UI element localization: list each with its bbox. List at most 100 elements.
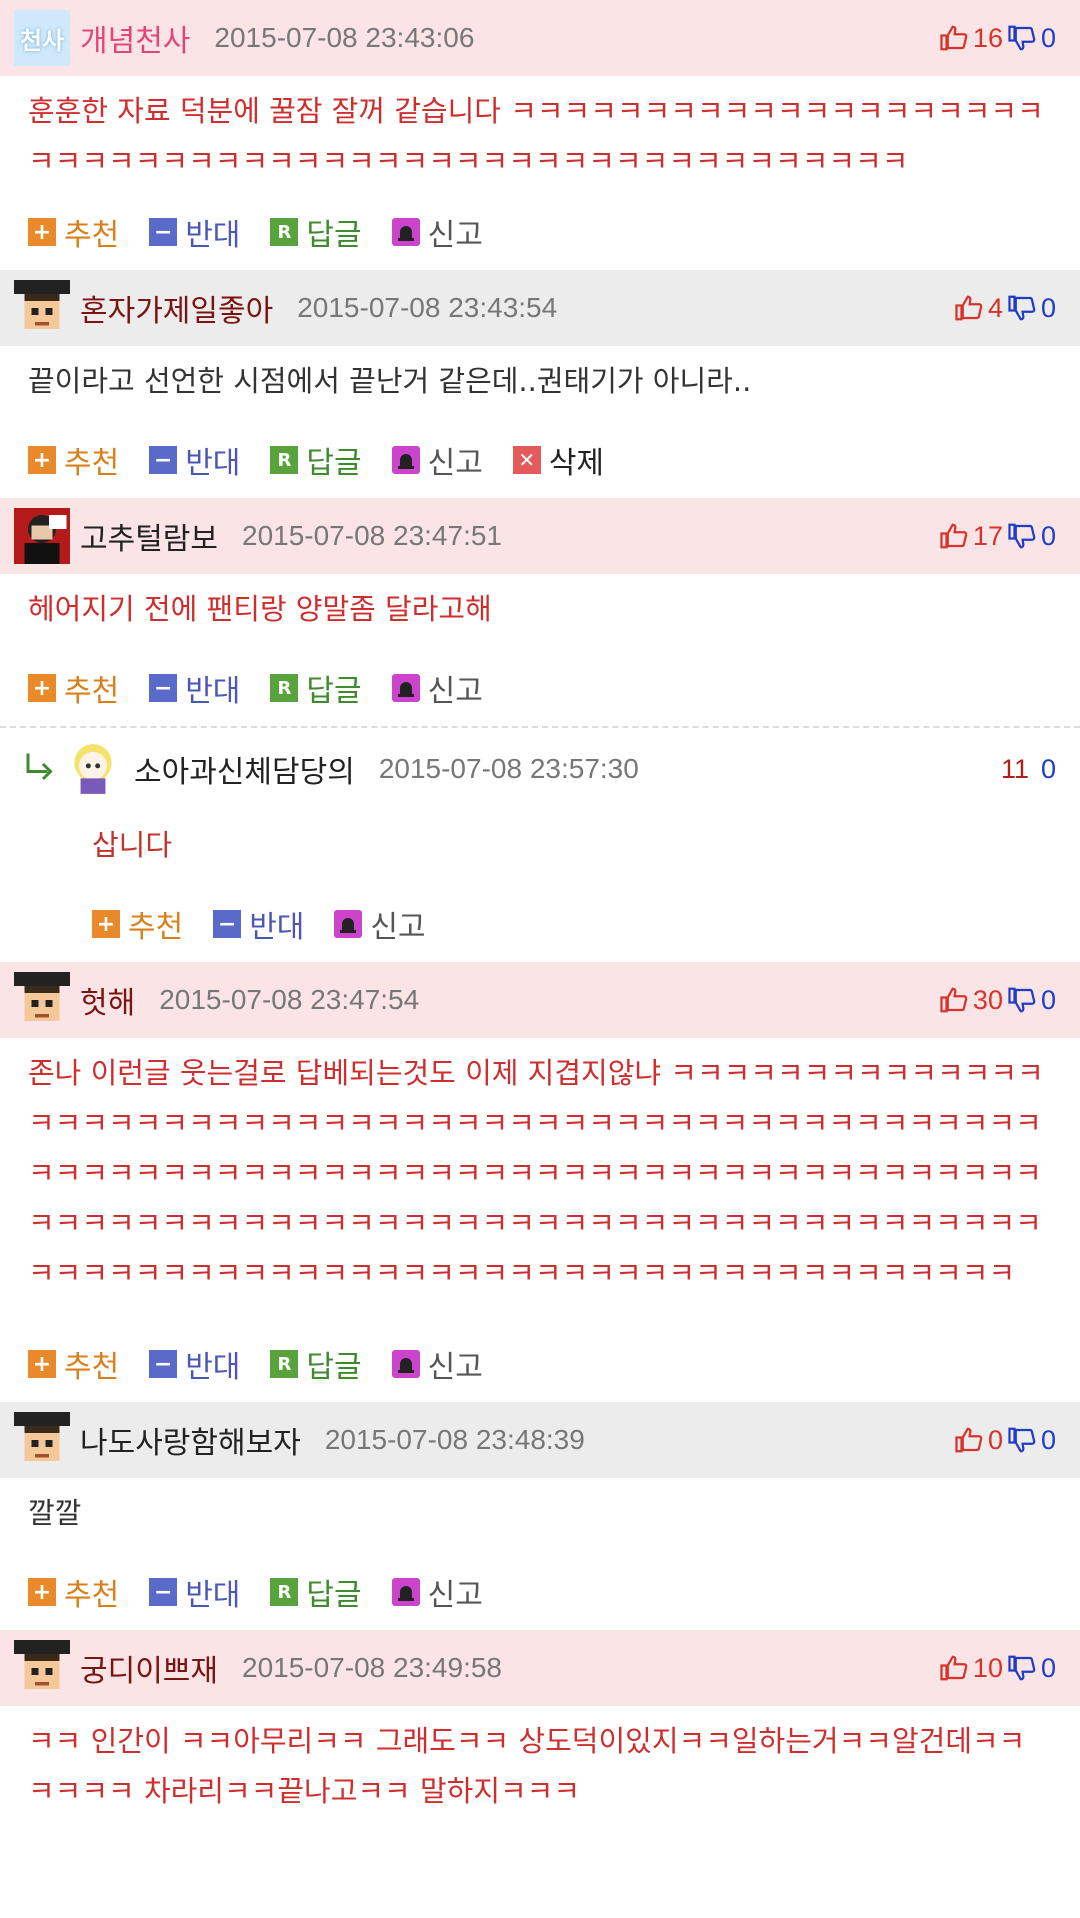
recommend-label: 추천 (64, 218, 120, 253)
reply-label: 답글 (306, 446, 362, 481)
downvote[interactable]: 0 (1041, 754, 1056, 785)
oppose-button[interactable]: − 반대 (149, 438, 240, 482)
upvote[interactable]: 11 (1001, 754, 1029, 785)
comment-actions: + 추천 − 반대 R 답글 신고 (0, 650, 1080, 726)
recommend-button[interactable]: + 추천 (28, 1570, 119, 1614)
avatar[interactable] (14, 1640, 70, 1696)
vote-counts: 30 0 (939, 962, 1056, 1038)
siren-icon (391, 446, 420, 474)
report-button[interactable]: 신고 (391, 210, 483, 254)
thumbs-down-icon (1008, 25, 1036, 51)
report-button[interactable]: 신고 (391, 438, 483, 482)
minus-icon: − (149, 446, 178, 474)
upvote[interactable]: 10 (939, 1653, 1003, 1684)
downvote[interactable]: 0 (1007, 293, 1056, 324)
thumbs-up-icon (940, 523, 968, 549)
downvote-count: 0 (1040, 1652, 1056, 1683)
oppose-label: 반대 (185, 674, 241, 709)
comment-actions: + 추천 − 반대 R 답글 신고 (0, 1326, 1080, 1402)
reply-icon: R (270, 1350, 299, 1378)
nickname[interactable]: 헛해 (80, 978, 135, 1022)
avatar[interactable]: 천사 (14, 10, 70, 66)
upvote[interactable]: 16 (939, 23, 1003, 54)
comment-header: 헛해 2015-07-08 23:47:54 30 0 (0, 962, 1080, 1038)
plus-icon: + (28, 674, 56, 702)
downvote-count: 0 (1040, 520, 1056, 551)
reply-button[interactable]: R 답글 (270, 666, 362, 710)
downvote-count: 0 (1040, 753, 1056, 784)
comment-actions: + 추천 − 반대 R 답글 신고 ✕ 삭제 (0, 422, 1080, 498)
report-label: 신고 (427, 1578, 483, 1613)
downvote[interactable]: 0 (1007, 985, 1056, 1016)
downvote[interactable]: 0 (1007, 1653, 1056, 1684)
nickname[interactable]: 소아과신체담당의 (134, 747, 355, 791)
siren-icon (391, 1578, 420, 1606)
recommend-button[interactable]: + 추천 (28, 666, 119, 710)
nickname[interactable]: 고추털람보 (80, 514, 218, 558)
avatar[interactable] (14, 1412, 70, 1468)
upvote[interactable]: 0 (954, 1425, 1003, 1456)
thumbs-down-icon (1008, 1427, 1036, 1453)
comment-text: 존나 이런글 웃는걸로 답베되는것도 이제 지겹지않냐 ㅋㅋㅋㅋㅋㅋㅋㅋㅋㅋㅋㅋ… (28, 1056, 1044, 1290)
downvote[interactable]: 0 (1007, 521, 1056, 552)
reply-button[interactable]: R 답글 (270, 1342, 362, 1386)
upvote-count: 17 (972, 520, 1003, 551)
vote-counts: 17 0 (939, 498, 1056, 574)
delete-button[interactable]: ✕ 삭제 (512, 438, 605, 482)
comment-header: 나도사랑함해보자 2015-07-08 23:48:39 0 0 (0, 1402, 1080, 1478)
reply-button[interactable]: R 답글 (270, 210, 362, 254)
report-button[interactable]: 신고 (334, 902, 426, 946)
timestamp: 2015-07-08 23:47:54 (159, 984, 420, 1015)
nickname[interactable]: 궁디이쁘재 (80, 1646, 218, 1690)
oppose-button[interactable]: − 반대 (149, 1342, 240, 1386)
comment-text: 훈훈한 자료 덕분에 꿀잠 잘꺼 같습니다 ㅋㅋㅋㅋㅋㅋㅋㅋㅋㅋㅋㅋㅋㅋㅋㅋㅋㅋ… (28, 94, 1044, 178)
avatar[interactable] (14, 508, 70, 564)
nickname[interactable]: 나도사랑함해보자 (80, 1418, 301, 1462)
upvote[interactable]: 4 (954, 293, 1003, 324)
plus-icon: + (28, 218, 56, 246)
thumbs-down-icon (1008, 987, 1036, 1013)
minus-icon: − (213, 910, 242, 938)
recommend-label: 추천 (64, 1350, 120, 1385)
report-button[interactable]: 신고 (391, 666, 483, 710)
nickname[interactable]: 개념천사 (80, 16, 190, 60)
downvote-count: 0 (1040, 22, 1056, 53)
plus-icon: + (28, 446, 56, 474)
avatar[interactable] (14, 972, 70, 1028)
thumbs-up-icon (940, 987, 968, 1013)
upvote[interactable]: 30 (939, 985, 1003, 1016)
oppose-button[interactable]: − 반대 (149, 210, 240, 254)
oppose-label: 반대 (185, 218, 241, 253)
delete-label: 삭제 (548, 446, 605, 481)
recommend-button[interactable]: + 추천 (28, 438, 119, 482)
siren-icon (334, 910, 363, 938)
downvote[interactable]: 0 (1007, 1425, 1056, 1456)
upvote-count: 16 (972, 22, 1003, 53)
vote-counts: 4 0 (954, 270, 1056, 346)
comment-text: 깔깔 (28, 1496, 82, 1530)
avatar[interactable] (68, 741, 118, 797)
recommend-button[interactable]: + 추천 (92, 902, 183, 946)
nickname[interactable]: 혼자가제일좋아 (80, 286, 273, 330)
oppose-button[interactable]: − 반대 (149, 1570, 240, 1614)
pixel-face-icon (14, 972, 70, 1021)
downvote[interactable]: 0 (1007, 23, 1056, 54)
report-button[interactable]: 신고 (391, 1570, 483, 1614)
oppose-button[interactable]: − 반대 (149, 666, 240, 710)
recommend-button[interactable]: + 추천 (28, 1342, 119, 1386)
report-label: 신고 (427, 446, 483, 481)
upvote[interactable]: 17 (939, 521, 1003, 552)
upvote-count: 10 (972, 1652, 1003, 1683)
comment-text: 끝이라고 선언한 시점에서 끝난거 같은데..권태기가 아니라.. (28, 364, 752, 398)
recommend-label: 추천 (64, 674, 120, 709)
reply-button[interactable]: R 답글 (270, 1570, 362, 1614)
avatar[interactable] (14, 280, 70, 336)
timestamp: 2015-07-08 23:43:54 (297, 292, 558, 323)
minus-icon: − (149, 674, 178, 702)
thumbs-down-icon (1008, 1655, 1036, 1681)
recommend-button[interactable]: + 추천 (28, 210, 119, 254)
report-button[interactable]: 신고 (391, 1342, 483, 1386)
reply-button[interactable]: R 답글 (270, 438, 362, 482)
oppose-button[interactable]: − 반대 (213, 902, 304, 946)
thumbs-down-icon (1008, 295, 1036, 321)
